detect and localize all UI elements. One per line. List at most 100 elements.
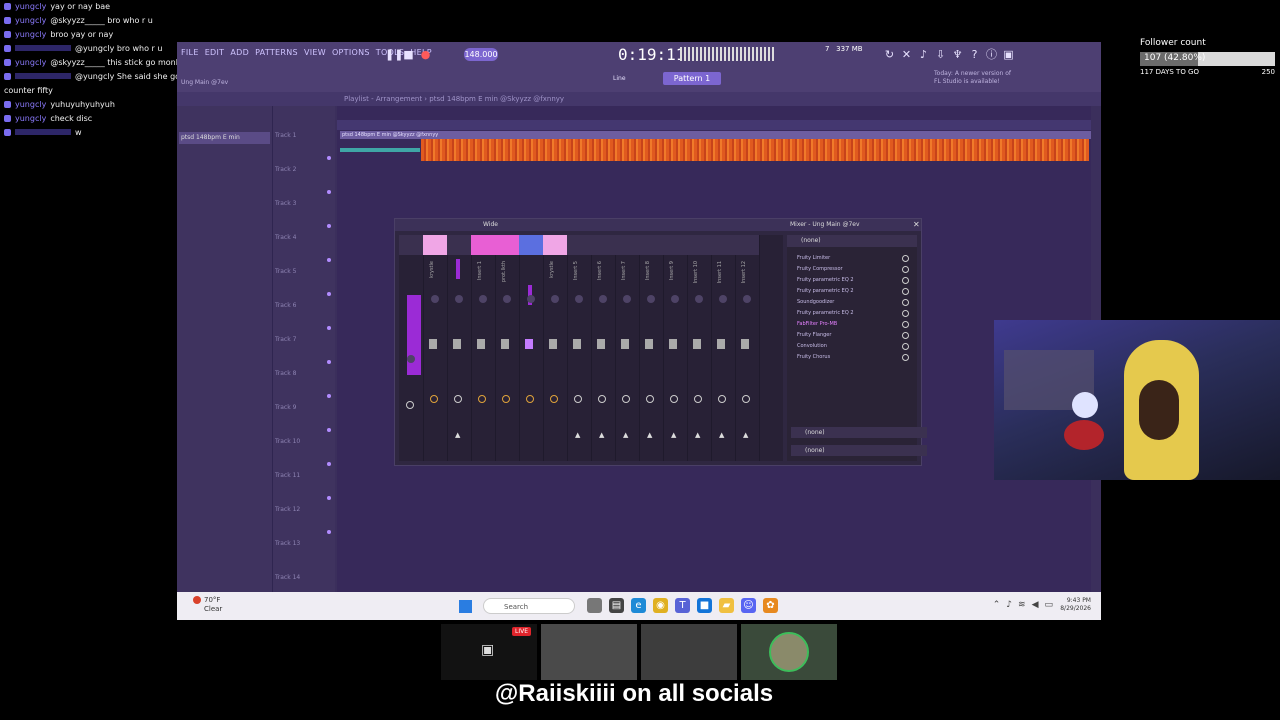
help-icon[interactable]: ? <box>968 48 981 61</box>
teams-icon[interactable]: T <box>675 598 690 613</box>
send-arrow-icon[interactable]: ▲ <box>671 431 676 439</box>
pattern-selector[interactable]: Pattern 1 <box>663 72 721 85</box>
effect-mix-knob[interactable] <box>902 277 909 284</box>
send-arrow-icon[interactable]: ▲ <box>599 431 604 439</box>
mixer-strip[interactable]: Insert 6 ▲ <box>591 235 616 461</box>
pan-knob[interactable] <box>551 295 559 303</box>
send-arrow-icon[interactable]: ▲ <box>743 431 748 439</box>
chrome-icon[interactable]: ◉ <box>653 598 668 613</box>
mixer-strip[interactable]: Insert 11 ▲ <box>711 235 736 461</box>
effect-slot[interactable]: Soundgoodizer <box>787 297 917 308</box>
mixer-view-mode[interactable]: Wide <box>483 221 498 228</box>
effect-slot[interactable]: FabFilter Pro-MB <box>787 319 917 330</box>
volume-fader[interactable] <box>621 339 629 349</box>
mixer-strip-master[interactable] <box>399 235 424 461</box>
audio-clip[interactable] <box>421 139 1089 161</box>
effect-mix-knob[interactable] <box>902 332 909 339</box>
track-mute-dot[interactable] <box>327 156 331 160</box>
route-ring[interactable] <box>550 395 558 403</box>
effect-mix-knob[interactable] <box>902 321 909 328</box>
send-arrow-icon[interactable]: ▲ <box>575 431 580 439</box>
send-arrow-icon[interactable]: ▲ <box>647 431 652 439</box>
route-ring[interactable] <box>718 395 726 403</box>
snap-selector[interactable]: Line <box>613 75 626 82</box>
track-mute-dot[interactable] <box>327 428 331 432</box>
fl-studio-icon[interactable]: ✿ <box>763 598 778 613</box>
volume-fader[interactable] <box>453 339 461 349</box>
battery-icon[interactable]: ▭ <box>1044 600 1053 610</box>
route-ring[interactable] <box>598 395 606 403</box>
pan-knob[interactable] <box>575 295 583 303</box>
pan-knob[interactable] <box>671 295 679 303</box>
effect-mix-knob[interactable] <box>902 288 909 295</box>
effect-slot[interactable]: Fruity Compressor <box>787 264 917 275</box>
save-icon[interactable]: ▣ <box>1002 48 1015 61</box>
mixer-strip[interactable]: krystle <box>543 235 568 461</box>
pan-knob[interactable] <box>599 295 607 303</box>
mixer-strip[interactable]: Insert 7 ▲ <box>615 235 640 461</box>
download-icon[interactable]: ⇩ <box>934 48 947 61</box>
mixer-strip[interactable]: krystle <box>423 235 448 461</box>
taskbar-search[interactable]: Search <box>483 598 575 614</box>
menu-view[interactable]: VIEW <box>304 48 326 57</box>
menu-options[interactable]: OPTIONS <box>332 48 370 57</box>
mic-icon[interactable]: ♪ <box>917 48 930 61</box>
edge-icon[interactable]: e <box>631 598 646 613</box>
pan-knob[interactable] <box>455 295 463 303</box>
folder-icon[interactable]: ▰ <box>719 598 734 613</box>
track-mute-dot[interactable] <box>327 258 331 262</box>
effect-slot[interactable]: Convolution <box>787 341 917 352</box>
mixer-strip[interactable]: Insert 12 ▲ <box>735 235 760 461</box>
tempo-display[interactable]: 148.000 <box>464 48 498 61</box>
preset-selector[interactable]: (none) <box>787 235 917 247</box>
route-ring[interactable] <box>454 395 462 403</box>
effect-mix-knob[interactable] <box>902 343 909 350</box>
route-ring[interactable] <box>406 401 414 409</box>
pan-knob[interactable] <box>623 295 631 303</box>
file-explorer-icon[interactable]: ▤ <box>609 598 624 613</box>
effect-mix-knob[interactable] <box>902 299 909 306</box>
volume-fader[interactable] <box>645 339 653 349</box>
send-arrow-icon[interactable]: ▲ <box>719 431 724 439</box>
effect-mix-knob[interactable] <box>902 255 909 262</box>
stop-icon[interactable]: ■ <box>402 48 415 61</box>
pan-knob[interactable] <box>719 295 727 303</box>
info-icon[interactable]: ⓘ <box>985 48 998 61</box>
volume-icon[interactable]: ◀ <box>1032 600 1039 610</box>
store-icon[interactable]: ■ <box>697 598 712 613</box>
pan-knob[interactable] <box>527 295 535 303</box>
send-arrow-icon[interactable]: ▲ <box>695 431 700 439</box>
volume-fader[interactable] <box>549 339 557 349</box>
system-clock[interactable]: 9:43 PM 8/29/2026 <box>1060 597 1091 613</box>
browser-item[interactable]: ptsd 148bpm E min <box>179 132 270 144</box>
effect-mix-knob[interactable] <box>902 266 909 273</box>
wifi-icon[interactable]: ≋ <box>1018 600 1026 610</box>
mixer-strip[interactable]: prot.lkth <box>495 235 520 461</box>
effect-mix-knob[interactable] <box>902 354 909 361</box>
track-mute-dot[interactable] <box>327 496 331 500</box>
mic-icon[interactable]: ♪ <box>1006 600 1012 610</box>
effect-slot[interactable]: Fruity parametric EQ 2 <box>787 308 917 319</box>
mixer-strip-selected[interactable] <box>519 235 544 461</box>
refresh-icon[interactable]: ↻ <box>883 48 896 61</box>
menu-add[interactable]: ADD <box>230 48 249 57</box>
mixer-strip[interactable]: Insert 10 ▲ <box>687 235 712 461</box>
mixer-strip[interactable]: Insert 5 ▲ <box>567 235 592 461</box>
effect-slot[interactable]: Fruity parametric EQ 2 <box>787 286 917 297</box>
volume-fader[interactable] <box>477 339 485 349</box>
effect-slot[interactable]: Fruity parametric EQ 2 <box>787 275 917 286</box>
route-ring[interactable] <box>526 395 534 403</box>
mixer-strip[interactable]: ▲ <box>447 235 472 461</box>
pan-knob[interactable] <box>431 295 439 303</box>
track-mute-dot[interactable] <box>327 530 331 534</box>
volume-fader[interactable] <box>741 339 749 349</box>
menu-file[interactable]: FILE <box>181 48 199 57</box>
volume-fader[interactable] <box>693 339 701 349</box>
eq-output-selector[interactable]: (none) <box>791 427 927 438</box>
effect-slot[interactable]: Fruity Limiter <box>787 253 917 264</box>
track-mute-dot[interactable] <box>327 292 331 296</box>
volume-fader[interactable] <box>669 339 677 349</box>
plugin-icon[interactable]: ♆ <box>951 48 964 61</box>
output-selector[interactable]: (none) <box>791 445 927 456</box>
windows-start-icon[interactable] <box>459 600 472 613</box>
